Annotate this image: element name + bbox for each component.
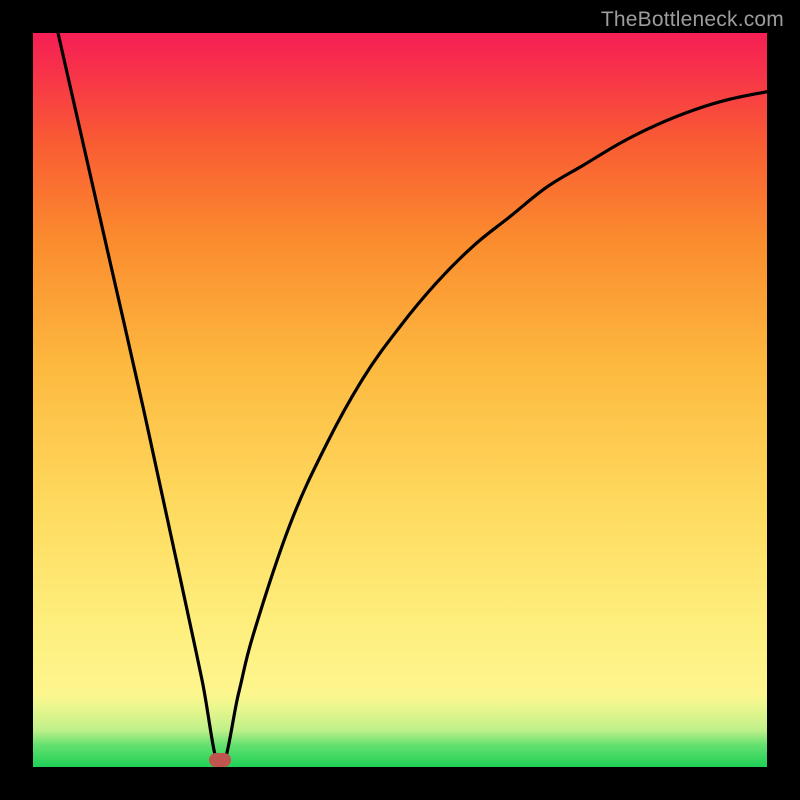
attribution-text: TheBottleneck.com (601, 8, 784, 32)
chart-frame: TheBottleneck.com (0, 0, 800, 800)
bottleneck-curve (33, 33, 767, 767)
minimum-marker (209, 753, 231, 767)
plot-area (33, 33, 767, 767)
curve-path (33, 33, 767, 767)
